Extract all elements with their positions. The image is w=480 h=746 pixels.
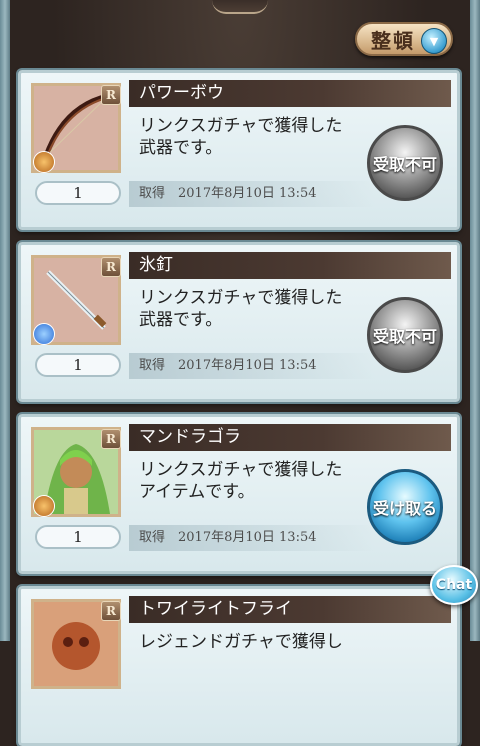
- chevron-down-icon: ▼: [421, 28, 447, 54]
- description-line-2: アイテムです。: [139, 482, 255, 502]
- item-description: リンクスガチャで獲得した 武器です。: [139, 287, 379, 331]
- gift-item-card: R パワーボウ リンクスガチャで獲得した 武器です。 1 取得 2017年8月1…: [18, 70, 460, 230]
- item-description: リンクスガチャで獲得した 武器です。: [139, 115, 379, 159]
- item-description: リンクスガチャで獲得した アイテムです。: [139, 459, 379, 503]
- acquired-date: 取得 2017年8月10日 13:54: [129, 353, 375, 379]
- description-line-1: リンクスガチャで獲得した: [139, 116, 343, 136]
- quantity-box: 1: [35, 353, 121, 377]
- fire-element-icon: [33, 151, 55, 173]
- item-name: トワイライトフライ: [129, 596, 451, 623]
- top-ornament: [212, 0, 268, 14]
- right-frame: [470, 0, 480, 641]
- description-line-2: 武器です。: [139, 138, 223, 158]
- chat-button[interactable]: Chat: [430, 565, 478, 605]
- description-line-1: リンクスガチャで獲得した: [139, 288, 343, 308]
- sort-label: 整頓: [371, 28, 415, 53]
- sort-button[interactable]: 整頓 ▼: [355, 22, 453, 56]
- gift-item-card: R マンドラゴラ リンクスガチャで獲得した アイテムです。 1 取得 2017年…: [18, 414, 460, 574]
- item-name: マンドラゴラ: [129, 424, 451, 451]
- water-element-icon: [33, 323, 55, 345]
- acquired-date: 取得 2017年8月10日 13:54: [129, 181, 375, 207]
- item-description: レジェンドガチャで獲得し: [139, 631, 379, 653]
- item-name: パワーボウ: [129, 80, 451, 107]
- gift-item-card: R トワイライトフライ レジェンドガチャで獲得し: [18, 586, 460, 746]
- quantity-box: 1: [35, 525, 121, 549]
- claim-button-disabled[interactable]: 受取不可: [367, 297, 443, 373]
- claim-button[interactable]: 受け取る: [367, 469, 443, 545]
- rarity-badge: R: [101, 601, 121, 621]
- fire-element-icon: [33, 495, 55, 517]
- rarity-badge: R: [101, 257, 121, 277]
- description-line-1: レジェンドガチャで獲得し: [139, 632, 343, 652]
- claim-button-disabled[interactable]: 受取不可: [367, 125, 443, 201]
- item-name: 氷釘: [129, 252, 451, 279]
- gift-item-card: R 氷釘 リンクスガチャで獲得した 武器です。 1 取得 2017年8月10日 …: [18, 242, 460, 402]
- left-frame: [0, 0, 10, 641]
- description-line-2: 武器です。: [139, 310, 223, 330]
- rarity-badge: R: [101, 429, 121, 449]
- quantity-box: 1: [35, 181, 121, 205]
- description-line-1: リンクスガチャで獲得した: [139, 460, 343, 480]
- rarity-badge: R: [101, 85, 121, 105]
- acquired-date: 取得 2017年8月10日 13:54: [129, 525, 375, 551]
